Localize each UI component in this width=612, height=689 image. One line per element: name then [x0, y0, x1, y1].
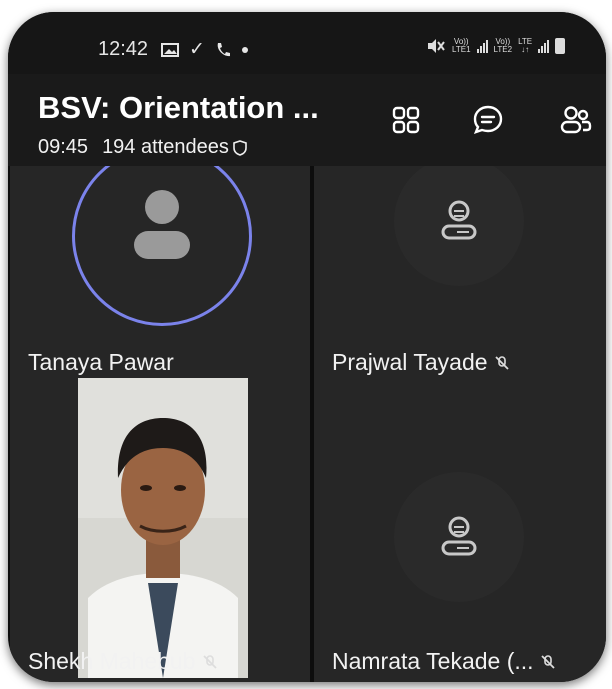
grid-view-button[interactable] — [386, 100, 426, 140]
participant-name: Prajwal Tayade — [332, 349, 488, 375]
signal-bars-1 — [476, 39, 488, 53]
participants-button[interactable] — [556, 100, 596, 140]
phone-user-icon — [441, 516, 477, 556]
person-icon — [134, 190, 190, 259]
gallery-icon — [161, 42, 179, 57]
grid-view-icon — [392, 106, 420, 134]
participant-tile[interactable]: Tanaya Pawar — [10, 156, 310, 384]
participant-video — [78, 378, 248, 678]
shield-icon — [233, 139, 247, 156]
meeting-meta: 09:45 194 attendees — [38, 136, 247, 159]
participant-name-row: Prajwal Tayade — [332, 349, 510, 376]
check-icon: ✓ — [189, 39, 205, 60]
avatar — [394, 156, 524, 286]
battery-icon — [555, 38, 566, 54]
chat-icon — [473, 105, 503, 134]
meeting-elapsed-time: 09:45 — [38, 136, 89, 158]
video-frame — [78, 378, 248, 678]
participant-tile[interactable]: Shekh Mahebub — [10, 376, 310, 682]
signal-bars-2 — [538, 39, 550, 53]
mute-icon — [428, 39, 445, 53]
mic-off-icon — [540, 654, 555, 669]
attendee-count[interactable]: 194 attendees — [102, 136, 229, 159]
mic-off-icon — [202, 654, 217, 669]
participant-tile[interactable]: Prajwal Tayade — [314, 156, 606, 384]
dot-icon — [241, 46, 248, 53]
participant-name-row: Namrata Tekade (... — [332, 648, 556, 675]
lte-badge: LTE ↓↑ — [518, 37, 533, 54]
meeting-header: BSV: Orientation ... 09:45 194 attendees — [8, 74, 606, 166]
phone-user-icon — [441, 200, 477, 240]
participant-name: Tanaya Pawar — [28, 349, 174, 375]
status-bar: 12:42 ✓ Vo)) LTE1 Vo)) LTE2 LTE ↓↑ — [8, 12, 606, 74]
mic-off-icon — [494, 355, 509, 370]
status-notification-icons: ✓ — [161, 38, 249, 61]
status-system-icons: Vo)) LTE1 Vo)) LTE2 LTE ↓↑ — [426, 37, 566, 54]
lte1-indicator: Vo)) LTE1 — [452, 37, 471, 54]
meeting-title: BSV: Orientation ... — [38, 90, 319, 125]
phone-icon — [217, 42, 230, 56]
participant-name-row: Shekh Mahebub — [28, 648, 218, 675]
participant-name: Shekh Mahebub — [28, 648, 196, 674]
chat-button[interactable] — [468, 100, 508, 140]
avatar — [394, 472, 524, 602]
participant-tile[interactable]: Namrata Tekade (... — [314, 376, 606, 682]
participants-icon — [560, 106, 592, 134]
status-time: 12:42 — [98, 38, 149, 60]
phone-frame: 12:42 ✓ Vo)) LTE1 Vo)) LTE2 LTE ↓↑ Tanay… — [8, 12, 606, 682]
participant-name: Namrata Tekade (... — [332, 648, 534, 674]
lte2-indicator: Vo)) LTE2 — [493, 37, 513, 54]
